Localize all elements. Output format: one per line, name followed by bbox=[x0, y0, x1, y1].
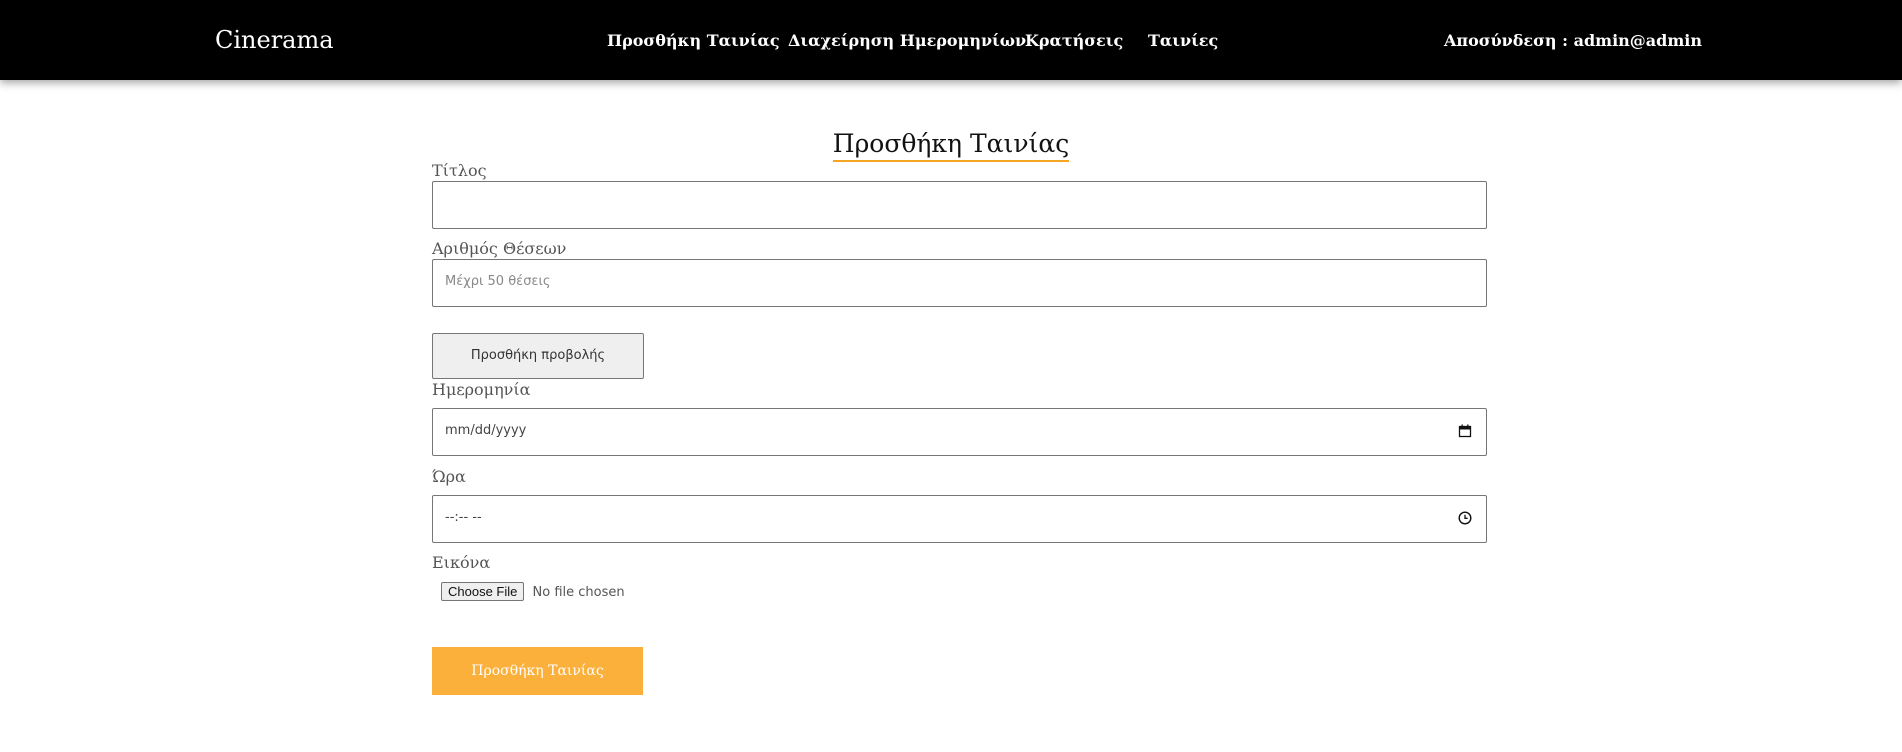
date-input-value: mm/dd/yyyy bbox=[445, 423, 527, 438]
nav-add-movie[interactable]: Προσθήκη Ταινίας bbox=[607, 30, 780, 52]
title-label: Τίτλος bbox=[432, 161, 487, 180]
clock-icon[interactable] bbox=[1458, 511, 1472, 525]
title-input[interactable] bbox=[432, 181, 1487, 229]
date-input[interactable]: mm/dd/yyyy bbox=[432, 408, 1487, 456]
file-status: No file chosen bbox=[532, 585, 625, 600]
image-label: Εικόνα bbox=[432, 553, 491, 572]
time-input-value: --:-- -- bbox=[445, 510, 482, 525]
calendar-icon[interactable] bbox=[1458, 424, 1472, 438]
choose-file-button[interactable]: Choose File bbox=[441, 582, 525, 601]
time-input[interactable]: --:-- -- bbox=[432, 495, 1487, 543]
top-navbar: Cinerama Προσθήκη Ταινίας Διαχείρηση Ημε… bbox=[0, 0, 1902, 80]
time-label: Ώρα bbox=[432, 467, 466, 486]
page-title: Προσθήκη Ταινίας bbox=[832, 128, 1070, 162]
date-label: Ημερομηνία bbox=[432, 380, 531, 399]
nav-manage-dates[interactable]: Διαχείρηση Ημερομηνίων bbox=[788, 30, 1026, 52]
nav-movies[interactable]: Ταινίες bbox=[1148, 30, 1218, 52]
add-screening-button[interactable]: Προσθήκη προβολής bbox=[432, 333, 644, 379]
file-input[interactable]: Choose File No file chosen bbox=[441, 582, 625, 601]
seats-placeholder: Μέχρι 50 θέσεις bbox=[445, 274, 551, 289]
seats-input[interactable]: Μέχρι 50 θέσεις bbox=[432, 259, 1487, 307]
page-title-wrap: Προσθήκη Ταινίας bbox=[0, 128, 1902, 162]
seats-label: Αριθμός Θέσεων bbox=[432, 239, 567, 258]
submit-add-movie-button[interactable]: Προσθήκη Ταινίας bbox=[432, 647, 643, 695]
nav-bookings[interactable]: Κρατήσεις bbox=[1025, 30, 1123, 52]
logout-link[interactable]: Αποσύνδεση : admin@admin bbox=[1444, 30, 1702, 52]
brand-logo[interactable]: Cinerama bbox=[215, 24, 334, 56]
